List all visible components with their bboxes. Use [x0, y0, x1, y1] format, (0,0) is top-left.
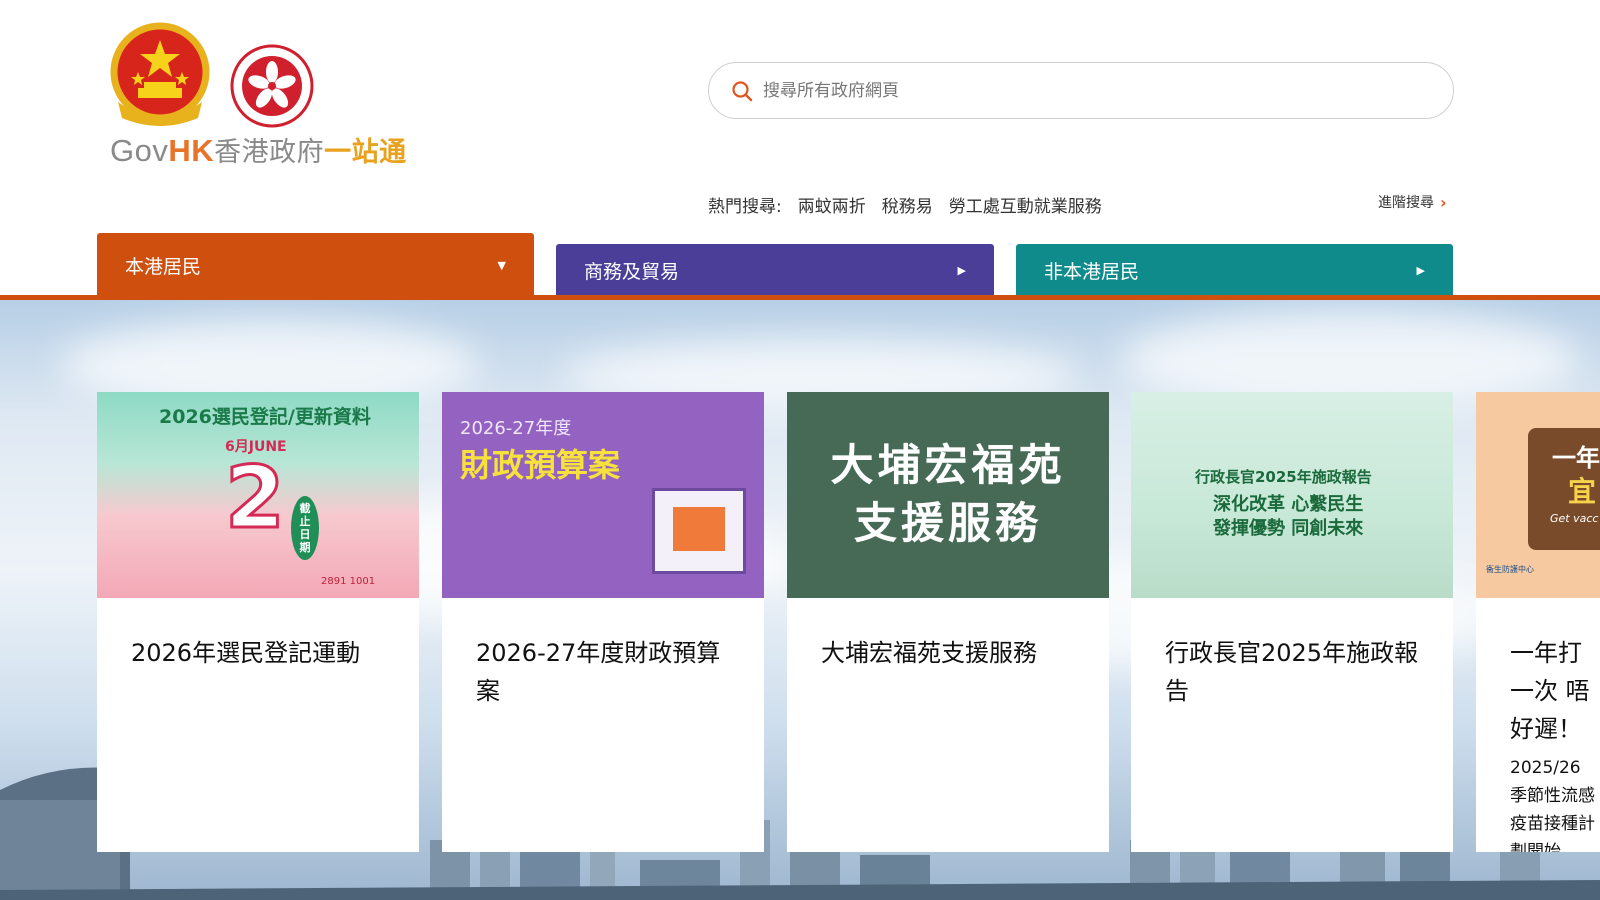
- tab-non-residents[interactable]: 非本港居民 ▶: [1016, 244, 1453, 296]
- card-title[interactable]: 大埔宏福苑支援服務: [787, 598, 1109, 672]
- banner-line3: 發揮優勢 同創未來: [1213, 518, 1364, 539]
- logo-wordmark: GovHK香港政府一站通: [110, 130, 407, 169]
- banner-text: 大埔宏福苑 支援服務: [831, 437, 1066, 553]
- banner-text2: 宜: [1568, 475, 1597, 508]
- banner-headline: 財政預算案: [460, 446, 621, 484]
- card-banner-voter-registration: 2026選民登記/更新資料 6月JUNE 2 截止日期 2891 1001: [97, 392, 419, 598]
- banner-line2: 支援服務: [854, 499, 1042, 549]
- hksar-regional-emblem-icon: [230, 44, 314, 128]
- search-input[interactable]: [763, 80, 1403, 101]
- site-header: GovHK香港政府一站通 熱門搜尋: 兩蚊兩折 稅務易 勞工處互動就業服務 進階…: [0, 0, 1600, 297]
- laptop-illustration: [652, 488, 746, 574]
- tab-business[interactable]: 商務及貿易 ▶: [556, 244, 994, 296]
- banner-deadline-badge: 截止日期: [291, 496, 319, 560]
- caret-right-icon: ▶: [957, 263, 966, 277]
- banner-year: 2026-27年度: [460, 418, 572, 439]
- card-title[interactable]: 2026年選民登記運動: [97, 598, 419, 672]
- hot-search-item[interactable]: 兩蚊兩折: [798, 192, 866, 217]
- card-title[interactable]: 2026-27年度財政預算案: [442, 598, 764, 710]
- feature-card[interactable]: 行政長官2025年施政報告 深化改革 心繫民生 發揮優勢 同創未來 行政長官20…: [1131, 392, 1453, 852]
- banner-headline: 2026選民登記/更新資料: [159, 406, 371, 428]
- caret-right-icon: ▶: [1416, 263, 1425, 277]
- hot-search-item[interactable]: 稅務易: [882, 192, 933, 217]
- logo-hk: HK: [168, 133, 215, 168]
- feature-card[interactable]: 大埔宏福苑 支援服務 大埔宏福苑支援服務: [787, 392, 1109, 852]
- hot-search-item[interactable]: 勞工處互動就業服務: [949, 192, 1102, 217]
- chevron-right-icon: ›: [1440, 192, 1447, 212]
- banner-sign: 一年 宜 Get vacc: [1528, 428, 1600, 550]
- logo-gov: Gov: [110, 133, 169, 168]
- logo-cn-part1: 香港政府: [214, 137, 325, 167]
- card-banner-tai-po-support: 大埔宏福苑 支援服務: [787, 392, 1109, 598]
- feature-card[interactable]: 一年 宜 Get vacc 衞生防護中心 一年打一次 唔好遲！ 2025/26 …: [1476, 392, 1600, 852]
- card-description: 2025/26 季節性流感疫苗接種計劃開始: [1510, 758, 1595, 852]
- logo-cn-part2: 一站通: [324, 137, 407, 167]
- banner-text3: Get vacc: [1550, 512, 1599, 525]
- prc-national-emblem-icon: [110, 22, 210, 126]
- card-banner-budget: 2026-27年度 財政預算案: [442, 392, 764, 598]
- advanced-search-link[interactable]: 進階搜尋 ›: [1378, 192, 1447, 212]
- advanced-search-label: 進階搜尋: [1378, 195, 1434, 211]
- chp-badge: 衞生防護中心: [1486, 565, 1534, 574]
- hot-search-label: 熱門搜尋:: [708, 197, 782, 217]
- tab-label: 非本港居民: [1044, 260, 1140, 283]
- card-banner-policy-address: 行政長官2025年施政報告 深化改革 心繫民生 發揮優勢 同創未來: [1131, 392, 1453, 598]
- feature-card[interactable]: 2026-27年度 財政預算案 2026-27年度財政預算案: [442, 392, 764, 852]
- tab-label: 本港居民: [125, 255, 202, 278]
- banner-line2: 深化改革 心繫民生: [1213, 494, 1364, 515]
- card-title[interactable]: 一年打一次 唔好遲！: [1476, 598, 1600, 748]
- banner-text1: 一年: [1552, 444, 1600, 472]
- hot-search: 熱門搜尋: 兩蚊兩折 稅務易 勞工處互動就業服務: [708, 192, 1102, 217]
- tab-residents[interactable]: 本港居民 ▼: [97, 233, 534, 297]
- banner-line1: 大埔宏福苑: [830, 441, 1066, 491]
- card-banner-flu-vaccine: 一年 宜 Get vacc 衞生防護中心: [1476, 392, 1600, 598]
- tab-label: 商務及貿易: [584, 260, 680, 283]
- search-bar[interactable]: [708, 62, 1454, 119]
- feature-card[interactable]: 2026選民登記/更新資料 6月JUNE 2 截止日期 2891 1001 20…: [97, 392, 419, 852]
- banner-phone: 2891 1001: [321, 576, 376, 587]
- card-title[interactable]: 行政長官2025年施政報告: [1131, 598, 1453, 710]
- govhk-logo[interactable]: GovHK香港政府一站通: [108, 18, 438, 168]
- banner-line1: 行政長官2025年施政報告: [1195, 468, 1372, 486]
- banner-date-number: 2: [224, 447, 287, 550]
- search-icon: [732, 80, 753, 101]
- caret-down-icon: ▼: [497, 258, 506, 272]
